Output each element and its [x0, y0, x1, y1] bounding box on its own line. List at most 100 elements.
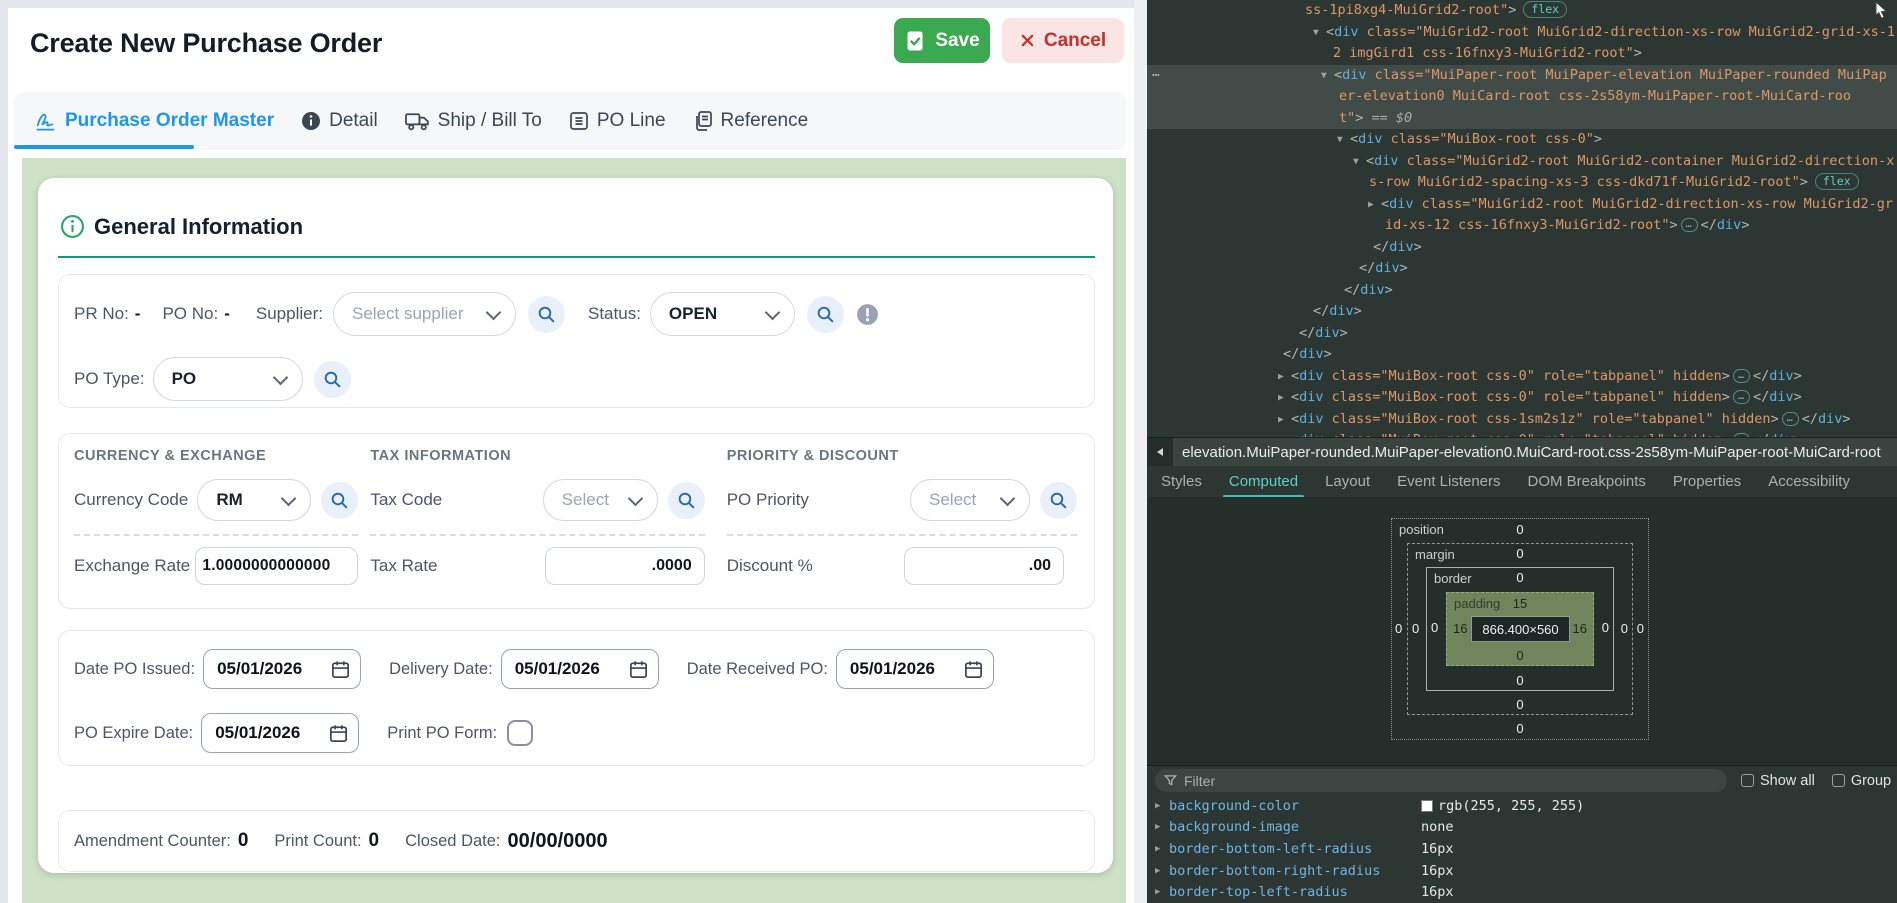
cancel-button[interactable]: Cancel	[1002, 18, 1124, 63]
status-search-button[interactable]	[807, 296, 844, 333]
print-po-form-checkbox[interactable]	[507, 720, 533, 746]
tax-code-select[interactable]: Select	[543, 479, 658, 521]
currency-search-button[interactable]	[321, 482, 358, 519]
expand-inline-icon[interactable]: …	[1733, 390, 1750, 404]
tree-line[interactable]: ⋯▼<div class="MuiPaper-root MuiPaper-ele…	[1147, 65, 1897, 87]
calendar-icon[interactable]	[963, 659, 984, 680]
breadcrumb-back-button[interactable]	[1147, 438, 1173, 466]
tab-ship-bill-to[interactable]: Ship / Bill To	[405, 110, 542, 132]
tree-line[interactable]: ▶<div class="MuiBox-root css-0" role="ta…	[1147, 387, 1897, 409]
tree-line[interactable]: ▶<div class="MuiBox-root css-0" role="ta…	[1147, 430, 1897, 437]
devtools-tab-layout[interactable]: Layout	[1325, 473, 1370, 490]
tree-line[interactable]: </div>	[1147, 344, 1897, 366]
po-priority-select[interactable]: Select	[910, 479, 1030, 521]
devtools-tab-properties[interactable]: Properties	[1673, 473, 1741, 490]
calendar-icon[interactable]	[628, 659, 649, 680]
tree-line[interactable]: ▼<div class="MuiBox-root css-0">	[1147, 129, 1897, 151]
tab-po-line[interactable]: PO Line	[569, 110, 666, 132]
tree-line[interactable]: </div>	[1147, 323, 1897, 345]
tree-line[interactable]: id-xs-12 css-16fnxy3-MuiGrid2-root">…</d…	[1147, 215, 1897, 237]
expand-arrow-icon[interactable]: ▶	[1155, 866, 1169, 876]
show-all-checkbox[interactable]	[1741, 774, 1754, 787]
devtools-tab-accessibility[interactable]: Accessibility	[1768, 473, 1850, 490]
tax-code-search-button[interactable]	[668, 482, 705, 519]
computed-property-row[interactable]: ▶background-imagenone	[1147, 817, 1897, 839]
tree-line[interactable]: ▶<div class="MuiGrid2-root MuiGrid2-dire…	[1147, 194, 1897, 216]
tab-detail[interactable]: Detail	[301, 110, 378, 132]
app-scrollbar[interactable]	[1134, 0, 1147, 903]
tree-line[interactable]: ▼<div class="MuiGrid2-root MuiGrid2-cont…	[1147, 151, 1897, 173]
expand-arrow-icon[interactable]: ▼	[1321, 65, 1334, 87]
tree-line[interactable]: ss-1pi8xg4-MuiGrid2-root">flex	[1147, 0, 1897, 22]
box-model-padding[interactable]: padding 15 16 16 0 866.400×560	[1446, 592, 1594, 666]
box-model-margin[interactable]: margin 0 0 0 0 border 0 0 0 0 padding 15…	[1407, 543, 1633, 715]
status-select[interactable]: OPEN	[650, 292, 795, 336]
expand-arrow-icon[interactable]: ▶	[1155, 822, 1169, 832]
devtools-tab-computed[interactable]: Computed	[1229, 473, 1298, 490]
tree-line[interactable]: 2 imgGird1 css-16fnxy3-MuiGrid2-root">	[1147, 43, 1897, 65]
box-model-position[interactable]: position 0 0 0 0 margin 0 0 0 0 border 0…	[1391, 518, 1649, 740]
breadcrumb-selector[interactable]: elevation.MuiPaper-rounded.MuiPaper-elev…	[1182, 444, 1881, 461]
currency-code-select[interactable]: RM	[197, 479, 311, 521]
tree-line[interactable]: er-elevation0 MuiCard-root css-2s58ym-Mu…	[1147, 86, 1897, 108]
tax-rate-input[interactable]: .0000	[545, 547, 705, 585]
tree-line[interactable]: s-row MuiGrid2-spacing-xs-3 css-dkd71f-M…	[1147, 172, 1897, 194]
supplier-search-button[interactable]	[528, 296, 565, 333]
po-expire-date-input[interactable]: 05/01/2026	[201, 713, 359, 753]
save-button[interactable]: Save	[894, 18, 990, 63]
po-priority-search-button[interactable]	[1040, 482, 1077, 519]
filter-input[interactable]: Filter	[1155, 769, 1727, 792]
calendar-icon[interactable]	[330, 659, 351, 680]
supplier-select[interactable]: Select supplier	[333, 292, 516, 336]
expand-arrow-icon[interactable]: ▶	[1155, 887, 1169, 897]
box-model-border[interactable]: border 0 0 0 0 padding 15 16 16 0 866.40…	[1426, 567, 1614, 691]
tree-line[interactable]: ▼<div class="MuiGrid2-root MuiGrid2-dire…	[1147, 22, 1897, 44]
expand-arrow-icon[interactable]: ▶	[1278, 409, 1291, 431]
delivery-date-value: 05/01/2026	[515, 659, 600, 679]
tree-line[interactable]: </div>	[1147, 301, 1897, 323]
tab-purchase-order-master[interactable]: Purchase Order Master	[34, 110, 274, 133]
group-checkbox[interactable]	[1832, 774, 1845, 787]
tab-label: Detail	[329, 110, 378, 132]
po-type-search-button[interactable]	[314, 361, 351, 398]
delivery-date-input[interactable]: 05/01/2026	[501, 649, 659, 689]
discount-input[interactable]: .00	[904, 547, 1064, 585]
computed-property-row[interactable]: ▶background-colorrgb(255, 255, 255)	[1147, 795, 1897, 817]
expand-arrow-icon[interactable]: ▶	[1278, 366, 1291, 388]
property-value: rgb(255, 255, 255)	[1421, 798, 1584, 814]
tree-line[interactable]: </div>	[1147, 280, 1897, 302]
box-model-content[interactable]: 866.400×560	[1471, 616, 1570, 642]
tree-line[interactable]: ▶<div class="MuiBox-root css-0" role="ta…	[1147, 366, 1897, 388]
expand-arrow-icon[interactable]: ▶	[1155, 844, 1169, 854]
flex-badge[interactable]: flex	[1815, 173, 1859, 190]
calendar-icon[interactable]	[328, 723, 349, 744]
tree-line[interactable]: ▶<div class="MuiBox-root css-1sm2s1z" ro…	[1147, 409, 1897, 431]
expand-inline-icon[interactable]: …	[1782, 412, 1799, 426]
devtools-tab-styles[interactable]: Styles	[1161, 473, 1202, 490]
expand-arrow-icon[interactable]: ▶	[1278, 387, 1291, 409]
flex-badge[interactable]: flex	[1523, 1, 1567, 18]
devtools-tab-dom-breakpoints[interactable]: DOM Breakpoints	[1528, 473, 1646, 490]
computed-property-row[interactable]: ▶border-bottom-left-radius16px	[1147, 838, 1897, 860]
expand-arrow-icon[interactable]: ▶	[1278, 430, 1291, 437]
exchange-rate-input[interactable]: 1.0000000000000	[195, 547, 358, 585]
color-swatch[interactable]	[1421, 800, 1433, 812]
tree-line[interactable]: </div>	[1147, 237, 1897, 259]
expand-arrow-icon[interactable]: ▶	[1155, 801, 1169, 811]
expand-arrow-icon[interactable]: ▼	[1313, 22, 1326, 44]
expand-arrow-icon[interactable]: ▶	[1368, 194, 1381, 216]
expand-arrow-icon[interactable]: ▼	[1337, 129, 1350, 151]
expand-inline-icon[interactable]: …	[1681, 218, 1698, 232]
computed-property-row[interactable]: ▶border-bottom-right-radius16px	[1147, 860, 1897, 882]
date-po-issued-input[interactable]: 05/01/2026	[203, 649, 361, 689]
tree-line[interactable]: t"> == $0	[1147, 108, 1897, 130]
tree-line[interactable]: </div>	[1147, 258, 1897, 280]
expand-arrow-icon[interactable]: ▼	[1353, 151, 1366, 173]
devtools-tab-event-listeners[interactable]: Event Listeners	[1397, 473, 1500, 490]
tab-reference[interactable]: Reference	[693, 110, 809, 132]
node-menu-icon[interactable]: ⋯	[1152, 65, 1161, 87]
date-received-po-input[interactable]: 05/01/2026	[836, 649, 994, 689]
expand-inline-icon[interactable]: …	[1733, 369, 1750, 383]
computed-property-row[interactable]: ▶border-top-left-radius16px	[1147, 881, 1897, 903]
po-type-select[interactable]: PO	[153, 357, 303, 401]
